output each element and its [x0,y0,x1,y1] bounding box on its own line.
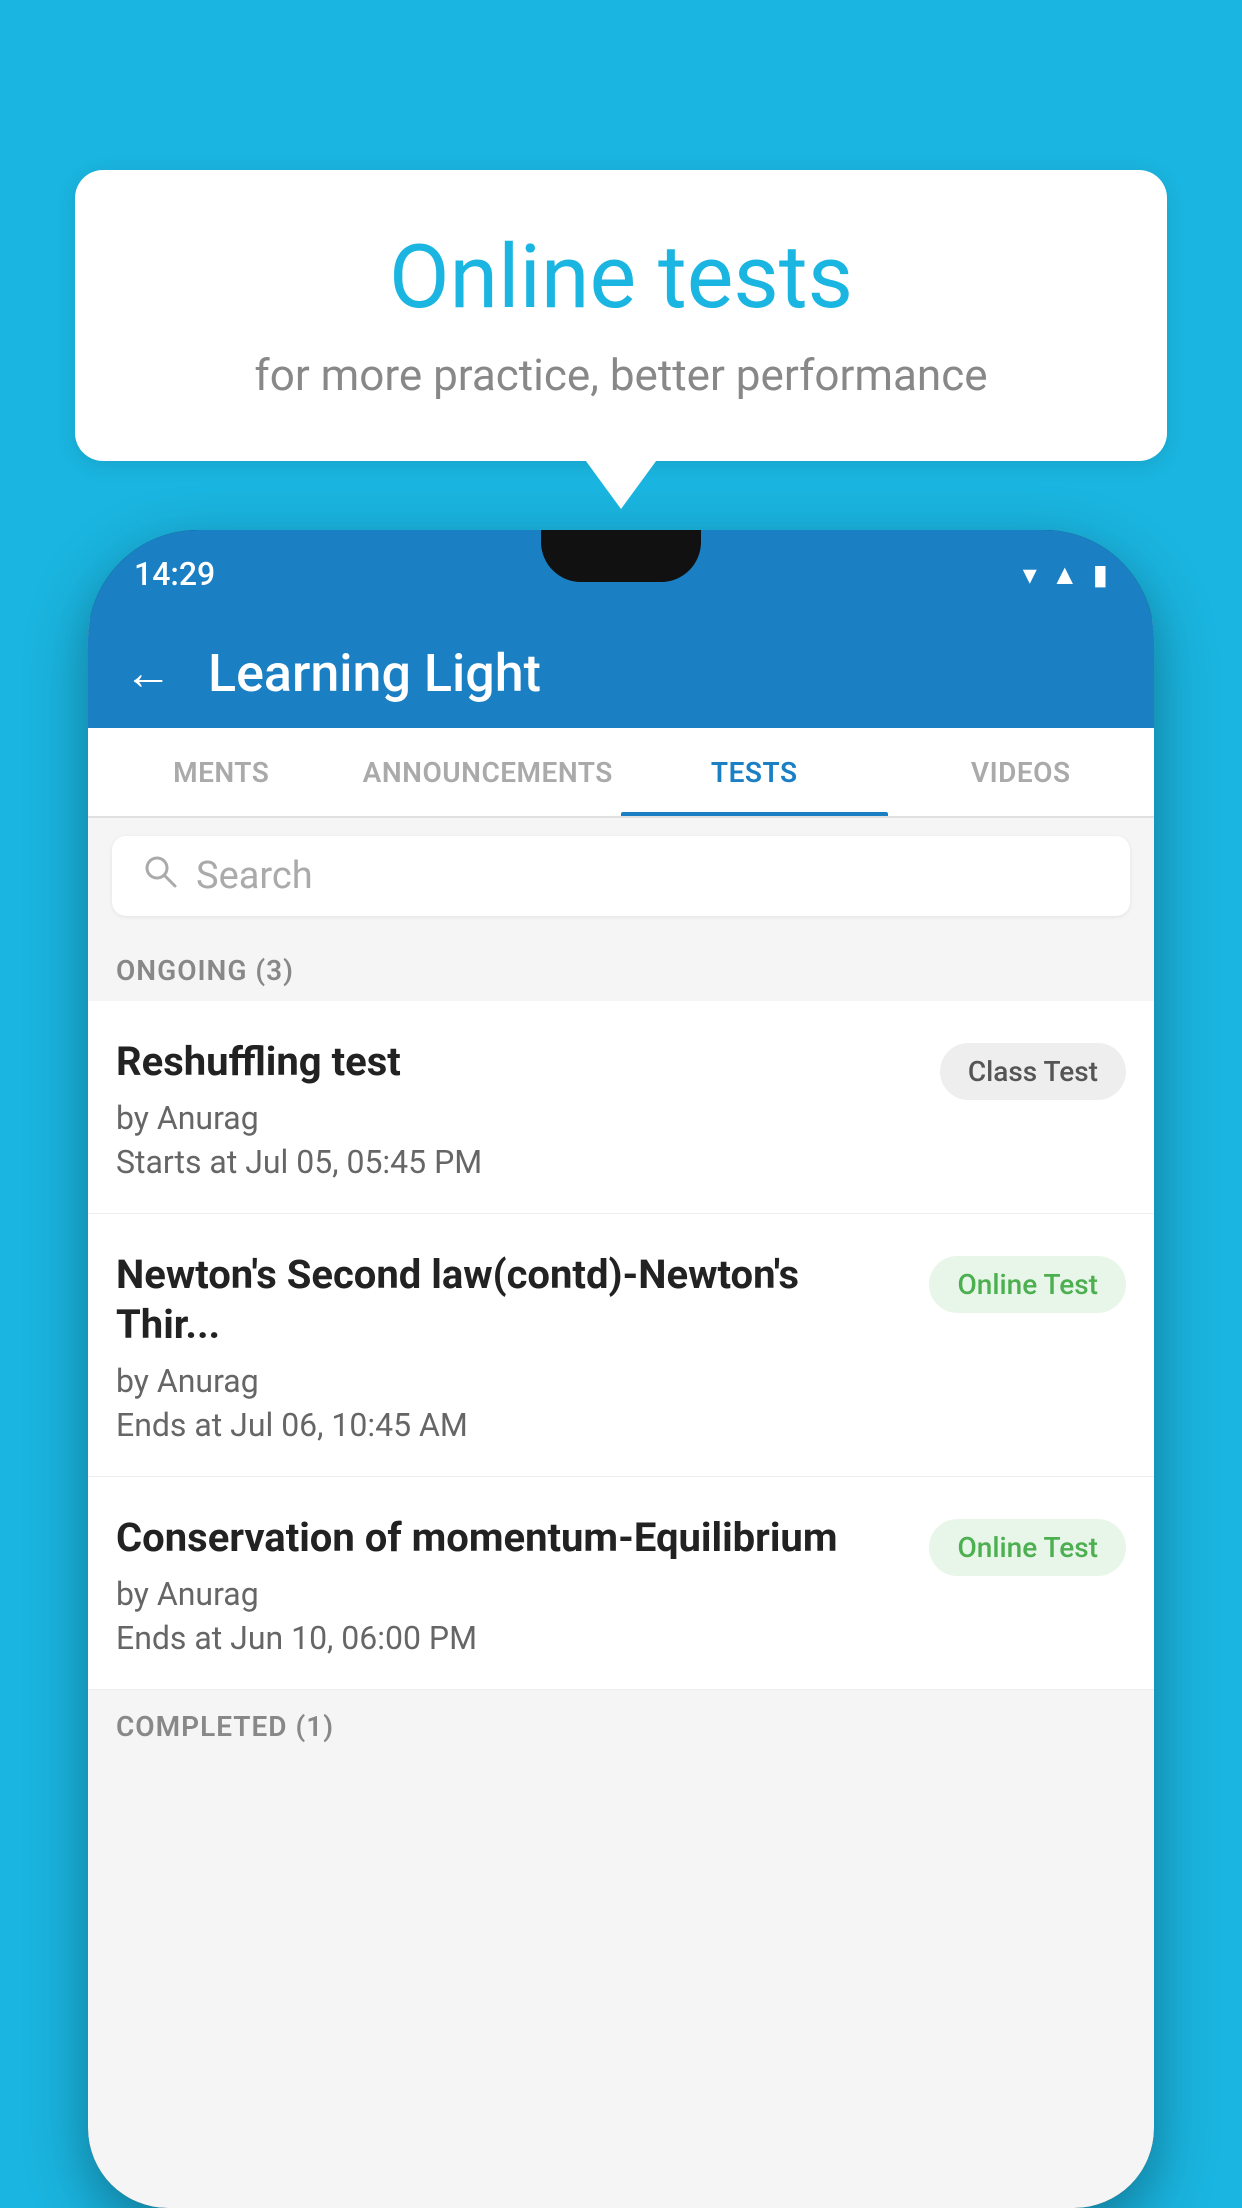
test-badge-online-test-newtons: Online Test [929,1256,1126,1313]
test-author-reshuffling: by Anurag [116,1099,916,1137]
tab-announcements[interactable]: ANNOUNCEMENTS [355,728,622,816]
phone-screen: ← Learning Light MENTS ANNOUNCEMENTS TES… [88,618,1154,2208]
search-icon [142,853,178,899]
test-item-reshuffling[interactable]: Reshuffling test by Anurag Starts at Jul… [88,1001,1154,1214]
test-time-newtons: Ends at Jul 06, 10:45 AM [116,1406,905,1444]
test-item-conservation[interactable]: Conservation of momentum-Equilibrium by … [88,1477,1154,1690]
ongoing-section-header: ONGOING (3) [88,934,1154,1001]
callout-container: Online tests for more practice, better p… [75,170,1167,461]
phone-frame: 14:29 ▾ ▲ ▮ ← Learning Light MENTS ANNOU… [88,530,1154,2208]
callout-subtitle: for more practice, better performance [155,349,1087,401]
callout-title: Online tests [155,230,1087,327]
test-name-reshuffling: Reshuffling test [116,1037,916,1087]
test-author-conservation: by Anurag [116,1575,905,1613]
test-time-reshuffling: Starts at Jul 05, 05:45 PM [116,1143,916,1181]
test-author-newtons: by Anurag [116,1362,905,1400]
test-info-newtons: Newton's Second law(contd)-Newton's Thir… [116,1250,929,1444]
search-bar[interactable]: Search [112,836,1130,916]
callout-box: Online tests for more practice, better p… [75,170,1167,461]
tab-ments[interactable]: MENTS [88,728,355,816]
phone-time: 14:29 [134,555,215,593]
status-icons: ▾ ▲ ▮ [1023,558,1108,591]
test-info-conservation: Conservation of momentum-Equilibrium by … [116,1513,929,1657]
test-name-conservation: Conservation of momentum-Equilibrium [116,1513,905,1563]
ongoing-label: ONGOING (3) [116,954,294,987]
test-name-newtons: Newton's Second law(contd)-Newton's Thir… [116,1250,905,1350]
search-bar-container: Search [88,818,1154,934]
test-time-conservation: Ends at Jun 10, 06:00 PM [116,1619,905,1657]
app-header: ← Learning Light [88,618,1154,728]
app-title: Learning Light [208,643,541,704]
signal-icon: ▲ [1051,558,1079,591]
back-button[interactable]: ← [124,649,172,697]
tabs-bar: MENTS ANNOUNCEMENTS TESTS VIDEOS [88,728,1154,818]
tab-tests[interactable]: TESTS [621,728,888,816]
test-item-newtons[interactable]: Newton's Second law(contd)-Newton's Thir… [88,1214,1154,1477]
completed-section-header: COMPLETED (1) [88,1690,1154,1757]
tab-videos[interactable]: VIDEOS [888,728,1155,816]
test-list: Reshuffling test by Anurag Starts at Jul… [88,1001,1154,1690]
battery-icon: ▮ [1093,558,1108,591]
test-info-reshuffling: Reshuffling test by Anurag Starts at Jul… [116,1037,940,1181]
phone-status-bar: 14:29 ▾ ▲ ▮ [88,530,1154,618]
test-badge-class-test: Class Test [940,1043,1126,1100]
phone-notch [541,530,701,582]
completed-label: COMPLETED (1) [116,1710,334,1743]
wifi-icon: ▾ [1023,558,1037,591]
test-badge-online-test-conservation: Online Test [929,1519,1126,1576]
search-placeholder-text: Search [196,854,313,898]
